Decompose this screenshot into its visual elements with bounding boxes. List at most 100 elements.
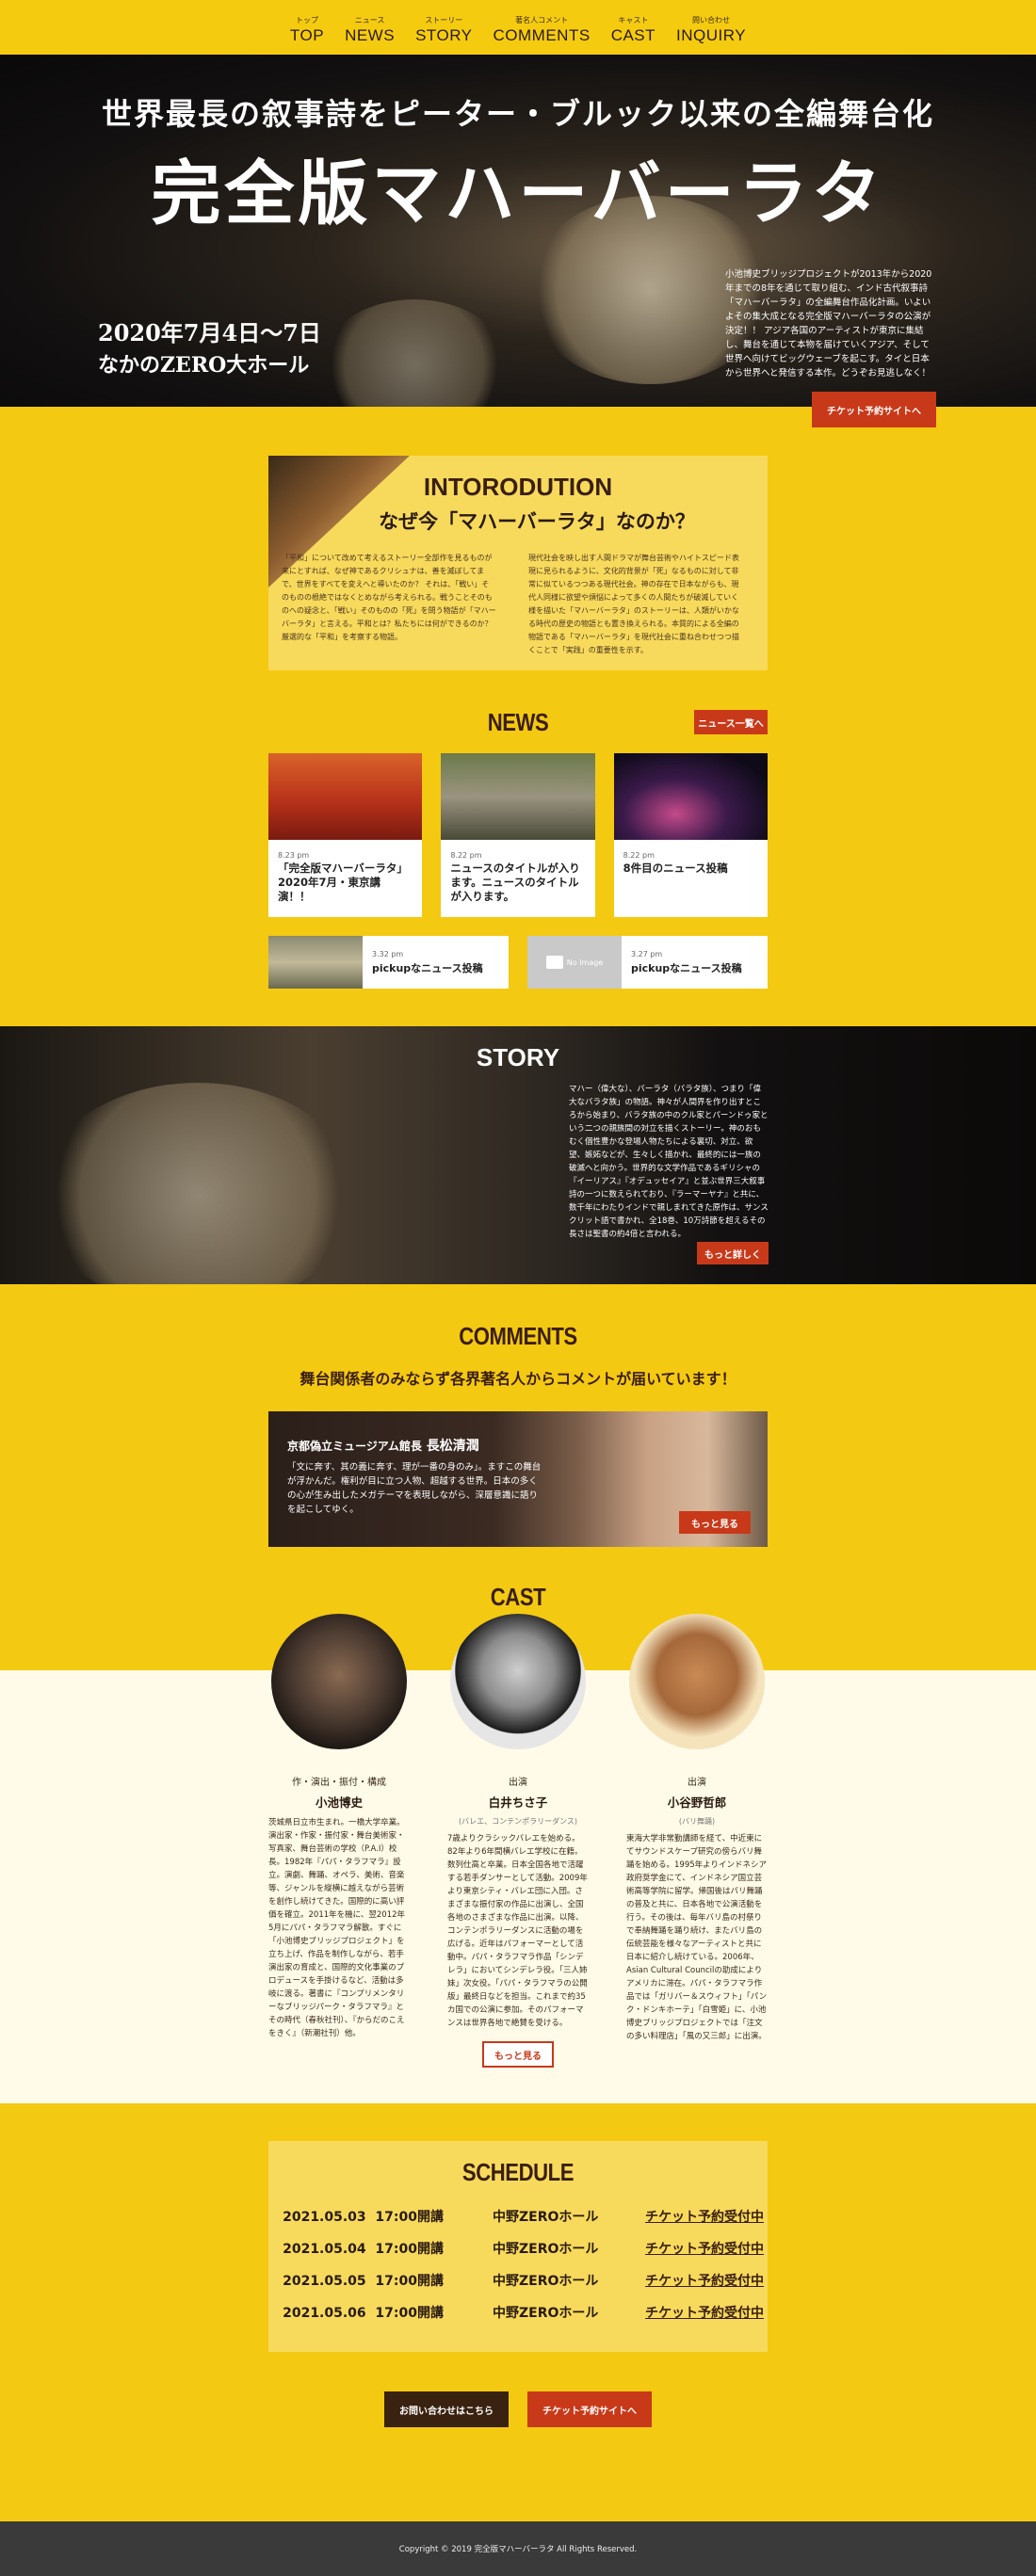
cast-role: 出演	[509, 1778, 527, 1788]
cast-name: 白井ちさ子	[488, 1795, 548, 1810]
comments-title: COMMENTS	[459, 1322, 577, 1350]
nav-sub-label: 著名人コメント	[515, 16, 569, 24]
footer: Copyright © 2019 完全版マハーバーラタ All Rights R…	[0, 2521, 1036, 2576]
story-performer-image	[38, 1083, 358, 1284]
intro-title: INTORODUTION	[423, 473, 613, 501]
pickup-date: 3.32 pm	[372, 949, 404, 958]
news-thumbnail	[441, 753, 595, 840]
schedule-row: 2021.05.04 17:00開講 中野ZEROホール チケット予約受付中	[268, 2232, 768, 2264]
pickup-news-card[interactable]: 3.32 pm pickupなニュース投稿	[268, 936, 509, 989]
story-section: STORY マハー（偉大な）、バーラタ（バラタ族）、つまり「偉大なバラタ族」の物…	[0, 1026, 1036, 1284]
cta-row: お問い合わせはこちら チケット予約サイトへ	[0, 2391, 1036, 2427]
story-more-button[interactable]: もっと詳しく	[697, 1242, 769, 1264]
intro-text-right: 現代社会を映し出す人間ドラマが舞台芸術やハイトスピード表現に見られるように、文化…	[528, 554, 739, 654]
nav-label: STORY	[415, 26, 473, 44]
cast-genre: (バレエ、コンテンポラリーダンス)	[458, 1817, 578, 1826]
schedule-venue: 中野ZEROホール	[493, 2306, 599, 2321]
nav-story[interactable]: ストーリー STORY	[415, 15, 472, 45]
news-grid: 8.23 pm 「完全版マハーバーラタ」2020年7月・東京講演！！ 8.22 …	[268, 753, 768, 917]
schedule-time: 17:00開講	[375, 2306, 444, 2321]
cast-member: 作・演出・振付・構成 小池博史 茨城県日立市生まれ。一橋大学卒業。演出家・作家・…	[268, 1614, 410, 2043]
avatar	[271, 1614, 407, 1749]
hero: 世界最長の叙事詩をピーター・ブルック以来の全編舞台化 完全版マハーバーラタ 20…	[0, 55, 1036, 407]
news-card[interactable]: 8.22 pm 8件目のニュース投稿	[613, 753, 768, 917]
image-icon	[545, 956, 563, 969]
nav-inquiry[interactable]: 問い合わせ INQUIRY	[676, 15, 746, 45]
nav-sub-label: トップ	[295, 16, 318, 24]
schedule-venue: 中野ZEROホール	[493, 2210, 599, 2225]
schedule-time: 17:00開講	[375, 2274, 444, 2289]
nav-sub-label: ストーリー	[425, 16, 463, 24]
hero-ticket-button[interactable]: チケット予約サイトへ	[812, 392, 936, 427]
news-date: 8.22 pm	[450, 851, 482, 860]
schedule-venue: 中野ZEROホール	[493, 2242, 599, 2257]
news-date: 8.22 pm	[623, 851, 655, 860]
nav-news[interactable]: ニュース NEWS	[345, 15, 395, 45]
schedule-datetime: 2021.05.04 17:00開講	[268, 2239, 447, 2258]
schedule-date: 2021.05.04	[283, 2242, 366, 2257]
cast-genre: (バリ舞踊)	[678, 1817, 716, 1826]
schedule-time: 17:00開講	[375, 2242, 444, 2257]
news-title: 「完全版マハーバーラタ」2020年7月・東京講演！！	[278, 861, 408, 903]
schedule-date: 2021.05.05	[283, 2274, 366, 2289]
cast-more-button[interactable]: もっと見る	[482, 2041, 554, 2068]
pickup-news-row: 3.32 pm pickupなニュース投稿 No Image 3.27 pm p…	[268, 936, 768, 989]
global-nav: トップ TOP ニュース NEWS ストーリー STORY 著名人コメント CO…	[0, 0, 1036, 55]
comments-more-button[interactable]: もっと見る	[679, 1511, 751, 1534]
hero-title: 完全版マハーバーラタ	[151, 153, 885, 234]
nav-sub-label: 問い合わせ	[692, 16, 731, 24]
cast-member: 出演 小谷野哲郎 (バリ舞踊) 東海大学非常勤講師を経て、中近東にてサウンドスケ…	[626, 1614, 768, 2043]
schedule-ticket-link[interactable]: チケット予約受付中	[645, 2271, 764, 2290]
avatar	[450, 1614, 586, 1749]
schedule-time: 17:00開講	[375, 2210, 444, 2225]
schedule-venue: 中野ZEROホール	[493, 2274, 599, 2289]
pickup-title: pickupなニュース投稿	[631, 961, 742, 974]
intro-subtitle: なぜ今「マハーバーラタ」なのか？	[379, 510, 695, 533]
nav-label: INQUIRY	[676, 26, 747, 44]
news-card[interactable]: 8.23 pm 「完全版マハーバーラタ」2020年7月・東京講演！！	[268, 753, 423, 917]
nav-top[interactable]: トップ TOP	[290, 15, 324, 45]
news-header: NEWS ニュース一覧へ	[268, 708, 768, 742]
schedule-ticket-link[interactable]: チケット予約受付中	[645, 2207, 764, 2226]
nav-label: CAST	[610, 26, 656, 44]
cast-bio: 茨城県日立市生まれ。一橋大学卒業。演出家・作家・振付家・舞台美術家・写真家、舞台…	[268, 1818, 406, 2038]
news-title: 8件目のニュース投稿	[623, 861, 728, 875]
nav-label: TOP	[289, 26, 325, 44]
news-card[interactable]: 8.22 pm ニュースのタイトルが入ります。ニュースのタイトルが入ります。	[441, 753, 595, 917]
commenter-role: 京都偽立ミュージアム館長	[287, 1440, 422, 1453]
nav-sub-label: キャスト	[618, 16, 649, 24]
nav-cast[interactable]: キャスト CAST	[611, 15, 656, 45]
schedule-datetime: 2021.05.06 17:00開講	[268, 2303, 447, 2322]
schedule-datetime: 2021.05.03 17:00開講	[268, 2207, 447, 2226]
cast-bio: 東海大学非常勤講師を経て、中近東にてサウンドスケープ研究の傍らバリ舞踊を始める。…	[626, 1834, 768, 2041]
hero-description: 小池博史ブリッジプロジェクトが2013年から2020年までの8年を通じて取り組む…	[725, 269, 932, 378]
comment-text: 「文に奔す、其の義に奔す、理が一番の身のみ」。ますこの舞台が浮かんだ。権利が目に…	[287, 1462, 542, 1515]
hero-tagline: 世界最長の叙事詩をピーター・ブルック以来の全編舞台化	[101, 96, 934, 132]
cast-name: 小池博史	[315, 1795, 363, 1810]
nav-comments[interactable]: 著名人コメント COMMENTS	[494, 15, 591, 45]
cast-row: 作・演出・振付・構成 小池博史 茨城県日立市生まれ。一橋大学卒業。演出家・作家・…	[268, 1614, 768, 2043]
schedule-ticket-link[interactable]: チケット予約受付中	[645, 2239, 764, 2258]
nav-label: NEWS	[345, 26, 396, 44]
ticket-site-button[interactable]: チケット予約サイトへ	[527, 2391, 652, 2427]
schedule-date: 2021.05.03	[283, 2210, 366, 2225]
pickup-news-card[interactable]: No Image 3.27 pm pickupなニュース投稿	[527, 936, 768, 989]
inquiry-button[interactable]: お問い合わせはこちら	[384, 2391, 509, 2427]
cast-name: 小谷野哲郎	[667, 1795, 727, 1810]
intro-text-left: 「平和」について改めて考えるストーリー全部作を見るものが来にとすれば、なぜ神であ…	[282, 554, 496, 641]
cast-role: 作・演出・振付・構成	[292, 1778, 386, 1788]
pickup-title: pickupなニュース投稿	[372, 961, 483, 974]
news-thumbnail	[613, 753, 768, 840]
pickup-date: 3.27 pm	[631, 949, 663, 958]
story-text: マハー（偉大な）、バーラタ（バラタ族）、つまり「偉大なバラタ族」の物語。神々が人…	[569, 1085, 769, 1239]
nav-label: COMMENTS	[493, 26, 591, 44]
schedule-section: SCHEDULE 2021.05.03 17:00開講 中野ZEROホール チケ…	[268, 2141, 768, 2352]
schedule-ticket-link[interactable]: チケット予約受付中	[645, 2303, 764, 2322]
schedule-date: 2021.05.06	[283, 2306, 366, 2321]
comments-lead: 舞台関係者のみならず各界著名人からコメントが届いています！	[299, 1370, 737, 1388]
schedule-row: 2021.05.03 17:00開講 中野ZEROホール チケット予約受付中	[268, 2200, 768, 2232]
news-all-button[interactable]: ニュース一覧へ	[694, 710, 768, 734]
introduction-section: INTORODUTION なぜ今「マハーバーラタ」なのか？ 「平和」について改め…	[268, 456, 768, 670]
story-title: STORY	[476, 1043, 560, 1071]
cast-bio: 7歳よりクラシックバレエを始める。82年より6年間横バレエ学校に在籍。数列仕高と…	[447, 1834, 588, 2028]
